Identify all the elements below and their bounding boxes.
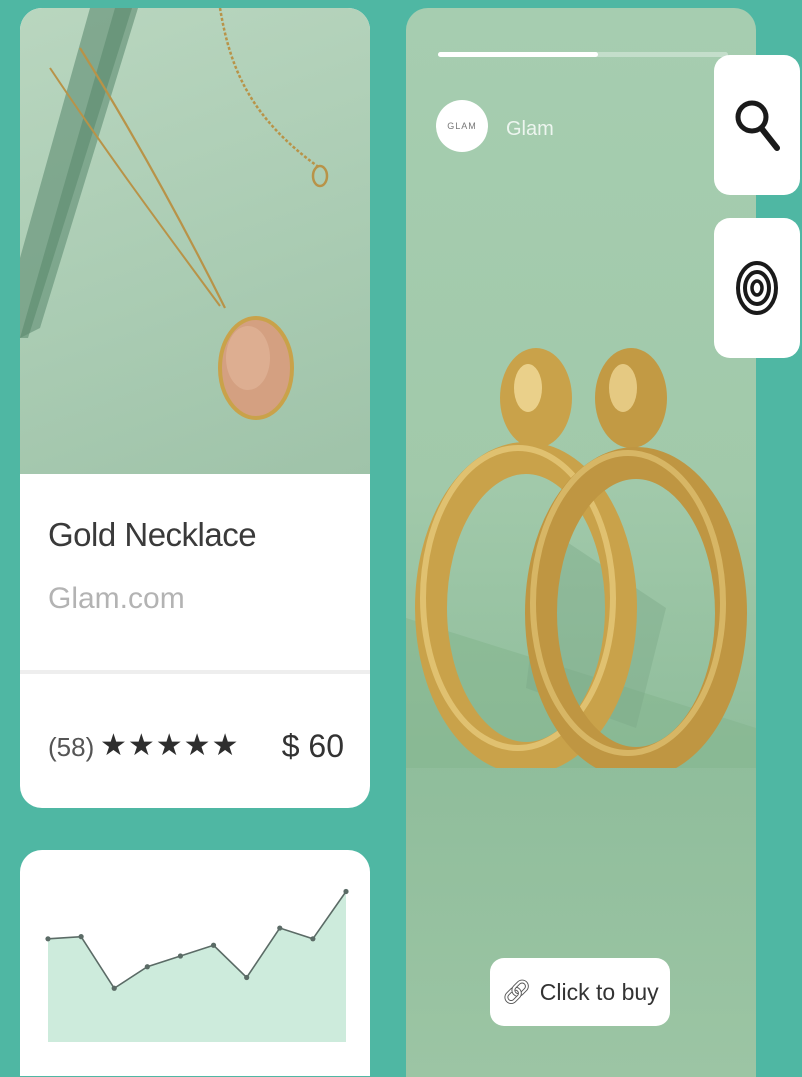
rating-count: (58) [48, 732, 95, 762]
story-progress-bar [438, 52, 728, 57]
chart-point [310, 936, 316, 942]
price: $ 60 [281, 728, 344, 764]
story-panel[interactable]: GLAM Glam 🔗︎ Click to buy [406, 8, 756, 1077]
sales-chart [45, 888, 349, 1042]
chart-point [244, 974, 250, 981]
chart-point [144, 964, 150, 970]
chart-point [78, 934, 84, 940]
click-to-buy-label: Click to buy [539, 978, 659, 1005]
product-seller[interactable]: Glam.com [48, 582, 185, 616]
chart-area [48, 891, 346, 1042]
click-to-buy-button[interactable]: 🔗︎ Click to buy [490, 958, 670, 1026]
search-button[interactable] [714, 55, 800, 195]
target-icon [736, 261, 778, 315]
brand-name[interactable]: Glam [506, 118, 554, 141]
link-icon: 🔗︎ [501, 978, 532, 1006]
divider [20, 670, 370, 674]
chart-point [45, 936, 51, 942]
target-button[interactable] [714, 218, 800, 358]
product-title: Gold Necklace [48, 516, 257, 553]
product-image [20, 8, 370, 474]
chart-point [210, 942, 217, 948]
brand-avatar[interactable]: GLAM [436, 100, 488, 152]
star-rating: ★★★★★ [100, 729, 240, 762]
chart-point [111, 985, 117, 991]
chart-point [277, 925, 283, 931]
story-progress-fill [438, 52, 598, 57]
chart-card [20, 850, 370, 1076]
search-icon [735, 100, 780, 151]
necklace-illustration [20, 8, 329, 420]
product-card[interactable]: Gold Necklace Glam.com (58) ★★★★★ $ 60 [20, 8, 370, 808]
earrings-image [406, 348, 756, 768]
chart-point [343, 888, 349, 895]
chart-point [177, 953, 184, 959]
